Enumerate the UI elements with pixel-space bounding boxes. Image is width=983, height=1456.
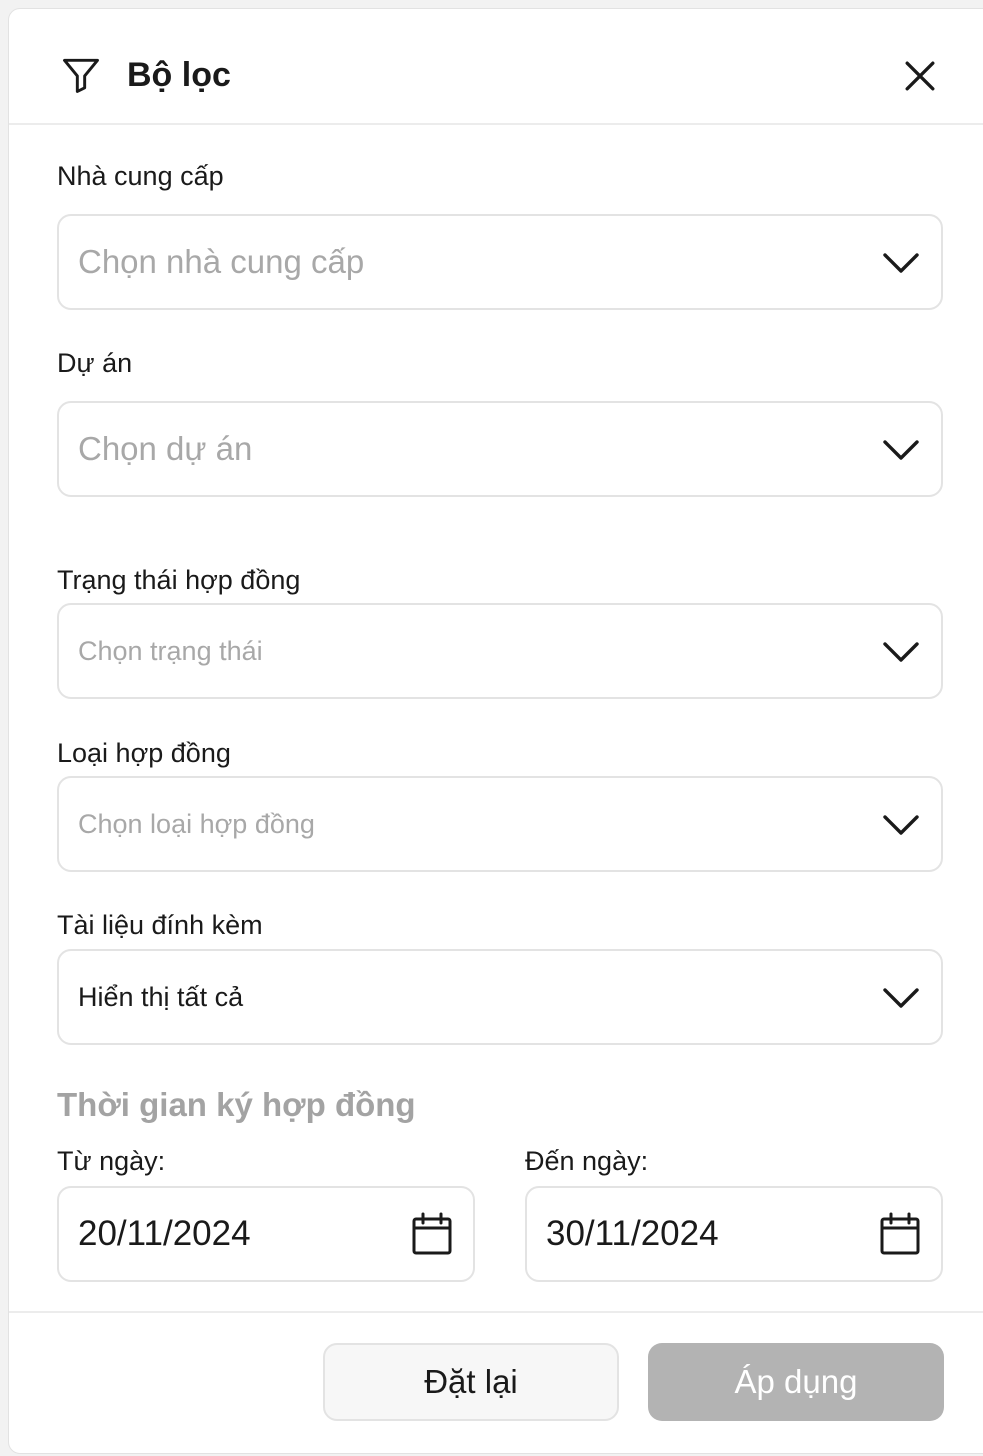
contract-status-label: Trạng thái hợp đồng	[57, 565, 301, 595]
attachments-select[interactable]: Hiển thị tất cả	[57, 949, 943, 1045]
contract-status-select[interactable]: Chọn trạng thái	[57, 603, 943, 699]
project-placeholder: Chọn dự án	[78, 430, 253, 467]
contract-status-placeholder: Chọn trạng thái	[78, 636, 263, 666]
supplier-placeholder: Chọn nhà cung cấp	[78, 243, 365, 280]
from-date-label: Từ ngày:	[57, 1146, 166, 1176]
footer-divider	[9, 1311, 983, 1313]
chevron-down-icon	[883, 988, 919, 1008]
to-date-input[interactable]: 30/11/2024	[525, 1186, 943, 1282]
from-date-input[interactable]: 20/11/2024	[57, 1186, 475, 1282]
filter-panel: Bộ lọc Nhà cung cấp Chọn nhà cung cấp Dự…	[8, 8, 983, 1454]
filter-icon	[63, 58, 99, 93]
supplier-select[interactable]: Chọn nhà cung cấp	[57, 214, 943, 310]
attachments-label: Tài liệu đính kèm	[57, 910, 263, 940]
close-icon[interactable]	[898, 54, 942, 98]
calendar-icon[interactable]	[411, 1212, 453, 1256]
contract-type-label: Loại hợp đồng	[57, 738, 231, 768]
apply-button[interactable]: Áp dụng	[648, 1343, 944, 1421]
chevron-down-icon	[883, 815, 919, 835]
supplier-label: Nhà cung cấp	[57, 161, 224, 191]
project-select[interactable]: Chọn dự án	[57, 401, 943, 497]
from-date-value: 20/11/2024	[78, 1214, 251, 1253]
contract-type-select[interactable]: Chọn loại hợp đồng	[57, 776, 943, 872]
attachments-value: Hiển thị tất cả	[78, 982, 244, 1012]
panel-title: Bộ lọc	[127, 56, 231, 94]
calendar-icon[interactable]	[879, 1212, 921, 1256]
panel-header: Bộ lọc	[9, 9, 983, 125]
chevron-down-icon	[883, 253, 919, 273]
project-label: Dự án	[57, 348, 133, 378]
to-date-value: 30/11/2024	[546, 1214, 719, 1253]
reset-button[interactable]: Đặt lại	[323, 1343, 619, 1421]
contract-type-placeholder: Chọn loại hợp đồng	[78, 809, 315, 839]
chevron-down-icon	[883, 642, 919, 662]
to-date-label: Đến ngày:	[525, 1146, 649, 1176]
chevron-down-icon	[883, 440, 919, 460]
signing-period-title: Thời gian ký hợp đồng	[57, 1086, 416, 1123]
